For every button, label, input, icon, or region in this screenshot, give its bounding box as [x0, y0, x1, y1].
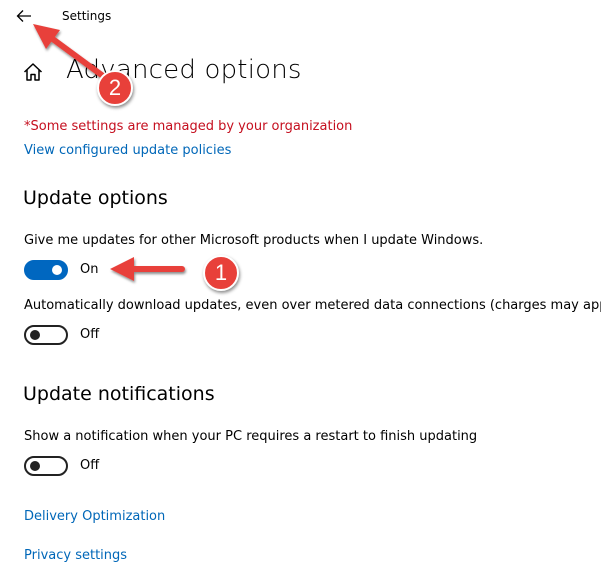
annotation-badge-2: 2 — [97, 70, 133, 106]
microsoft-products-updates-state: On — [80, 262, 99, 277]
microsoft-products-updates-toggle[interactable] — [24, 260, 68, 280]
back-arrow-icon[interactable] — [16, 9, 32, 23]
home-icon[interactable] — [22, 61, 44, 83]
toggle-knob — [30, 461, 40, 471]
restart-notification-state: Off — [80, 458, 100, 473]
toggle-knob — [52, 265, 62, 275]
annotation-overlay — [33, 24, 185, 281]
managed-by-organization-notice: *Some settings are managed by your organ… — [24, 119, 353, 134]
view-update-policies-link[interactable]: View configured update policies — [24, 143, 231, 158]
annotation-arrow-1 — [110, 257, 185, 281]
restart-notification-label: Show a notification when your PC require… — [24, 429, 478, 444]
back-button[interactable] — [8, 4, 40, 28]
microsoft-products-updates-label: Give me updates for other Microsoft prod… — [24, 233, 484, 248]
update-options-heading: Update options — [23, 187, 168, 209]
metered-downloads-label: Automatically download updates, even ove… — [24, 298, 601, 313]
metered-downloads-toggle[interactable] — [24, 325, 68, 345]
privacy-settings-link[interactable]: Privacy settings — [24, 548, 127, 563]
restart-notification-toggle[interactable] — [24, 456, 68, 476]
update-notifications-heading: Update notifications — [23, 383, 215, 405]
window-title: Settings — [62, 9, 112, 23]
toggle-knob — [30, 330, 40, 340]
annotation-badge-1: 1 — [203, 255, 239, 291]
delivery-optimization-link[interactable]: Delivery Optimization — [24, 509, 165, 524]
metered-downloads-state: Off — [80, 327, 100, 342]
